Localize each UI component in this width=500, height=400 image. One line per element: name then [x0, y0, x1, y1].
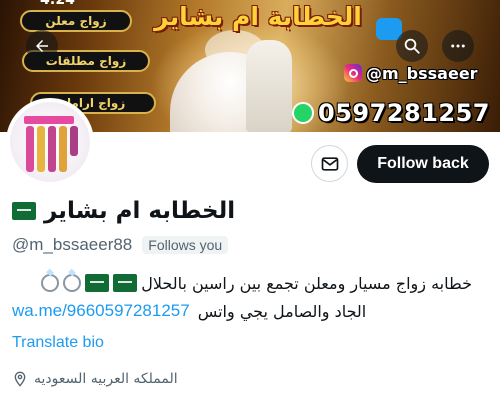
banner-groom-figure	[246, 40, 292, 132]
location-text: المملكه العربيه السعوديه	[34, 371, 178, 387]
saudi-flag-icon	[113, 274, 138, 292]
follows-you-badge: Follows you	[142, 236, 229, 254]
banner-whatsapp: 0597281257	[292, 98, 490, 128]
avatar-stripe	[59, 126, 67, 172]
follow-back-button[interactable]: Follow back	[357, 145, 489, 183]
back-button[interactable]	[26, 30, 58, 62]
avatar-stripe	[37, 126, 45, 172]
avatar-stripe	[26, 126, 34, 172]
ring-icon	[41, 274, 60, 292]
avatar-header-strip	[24, 116, 74, 124]
whatsapp-icon	[292, 102, 314, 124]
mail-icon	[321, 156, 338, 171]
bio-line: خطابه زواج مسيار ومعلن تجمع بين راسين با…	[41, 270, 472, 296]
ring-icon	[63, 274, 82, 292]
bio-text: الجاد والصامل يجي واتس	[197, 301, 367, 321]
banner-instagram: @m_bssaeer	[344, 62, 478, 84]
avatar[interactable]	[6, 98, 94, 186]
avatar-stripe	[70, 126, 78, 156]
status-bar: 4:24	[0, 0, 500, 8]
search-icon	[404, 38, 420, 54]
location-row: المملكه العربيه السعوديه	[12, 368, 178, 390]
location-pin-icon	[14, 371, 26, 387]
banner-instagram-handle: @m_bssaeer	[366, 63, 478, 83]
avatar-stripe	[48, 126, 56, 172]
banner-whatsapp-number: 0597281257	[318, 99, 490, 127]
avatar-image	[10, 102, 90, 182]
more-horizontal-icon	[451, 44, 465, 48]
instagram-icon	[344, 64, 362, 82]
arrow-left-icon	[36, 40, 48, 52]
banner-pill: زواج معلن	[20, 10, 132, 32]
bio-text: خطابه زواج مسيار ومعلن تجمع بين راسين با…	[141, 273, 472, 293]
bio-line: wa.me/9660597281257 الجاد والصامل يجي وا…	[12, 298, 488, 324]
display-name: الخطابه ام بشاير	[44, 198, 236, 224]
saudi-flag-icon	[85, 274, 110, 292]
display-name-row: الخطابه ام بشاير	[12, 194, 235, 228]
more-button[interactable]	[442, 30, 474, 62]
saudi-flag-icon	[12, 202, 36, 220]
status-time: 4:24	[40, 0, 75, 8]
user-handle: @m_bssaeer88	[12, 235, 133, 254]
bio-link[interactable]: wa.me/9660597281257	[12, 301, 190, 321]
banner-title: الخطابة ام بشاير	[154, 2, 362, 31]
search-button[interactable]	[396, 30, 428, 62]
handle-row: @m_bssaeer88 Follows you	[12, 234, 229, 256]
message-button[interactable]	[311, 145, 348, 182]
translate-bio-link[interactable]: Translate bio	[12, 334, 104, 352]
